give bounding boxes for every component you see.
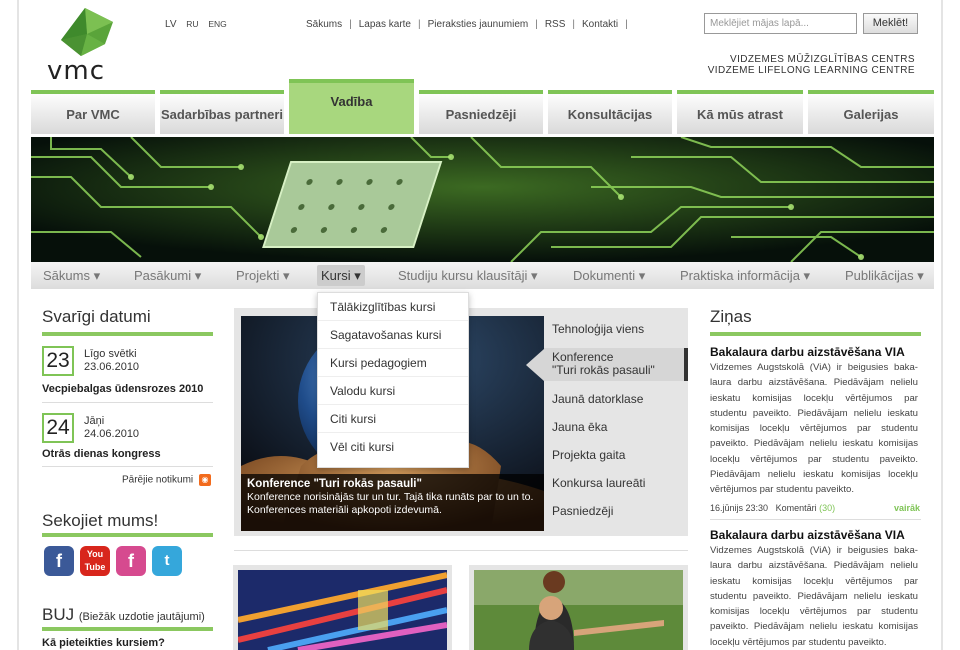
featured-caption-text: Konference norisinājās tur un tur. Tajā … (247, 491, 534, 516)
active-item-arrow (526, 349, 544, 381)
news-title: Ziņas (710, 307, 752, 326)
featured-caption: Konference "Turi rokās pasauli" Konferen… (241, 474, 544, 531)
subnav-events[interactable]: Pasākumi ▾ (134, 268, 201, 284)
featured-list-item[interactable]: Jauna ēka (552, 421, 607, 434)
important-dates-title: Svarīgi datumi (42, 307, 151, 326)
featured-caption-title: Konference "Turi rokās pasauli" (247, 478, 422, 490)
language-switcher: LV RU ENG (165, 19, 234, 30)
event-headline[interactable]: Otrās dienas kongress (42, 448, 161, 460)
faq-title: BUJ (Biežāk uzdotie jautājumi) (42, 605, 205, 624)
follow-us-title: Sekojiet mums! (42, 511, 159, 530)
featured-list-item[interactable]: Tehnoloģija viens (552, 323, 644, 336)
tab-find-us[interactable]: Kā mūs atrast (677, 90, 803, 134)
event-headline[interactable]: Vecpiebalgas ūdensrozes 2010 (42, 383, 203, 395)
event-name: Jāņi 24.06.2010 (84, 415, 140, 440)
divider (42, 402, 213, 403)
news-item-text: Vidzemes Augstskolā (ViA) ir beigusies b… (710, 362, 918, 496)
thumbnail-image-tech[interactable] (238, 570, 447, 650)
link-sitemap[interactable]: Lapas karte (359, 19, 411, 30)
divider (710, 519, 921, 520)
other-events-link[interactable]: Pārējie notikumi ◉ (122, 474, 211, 486)
subnav-documents[interactable]: Dokumenti ▾ (573, 268, 645, 284)
featured-list-item[interactable]: Konkursa laureāti (552, 477, 645, 490)
divider (234, 550, 688, 551)
thumbnail-image-people[interactable] (474, 570, 683, 650)
link-contacts[interactable]: Kontakti (582, 19, 618, 30)
dropdown-item-more-other[interactable]: Vēl citi kursi (318, 433, 468, 461)
page: vmc LV RU ENG Sākums | Lapas karte | Pieraks… (0, 0, 960, 650)
dropdown-item-teachers[interactable]: Kursi pedagogiem (318, 349, 468, 377)
news-item-date: 16.jūnijs 23:30 (710, 503, 769, 513)
lang-ru[interactable]: RU (186, 19, 198, 29)
centre-name: VIDZEMES MŪŽIZGLĪTĪBAS CENTRS VIDZEME LI… (708, 54, 915, 76)
page-border-right (941, 0, 943, 650)
event-day-box: 24 (42, 413, 74, 443)
search-input[interactable]: Meklējiet mājas lapā... (704, 13, 857, 34)
lang-eng[interactable]: ENG (208, 19, 226, 29)
divider (42, 466, 213, 467)
news-item-title[interactable]: Bakalaura darbu aizstāvēšana VIA (710, 528, 905, 542)
facebook-icon[interactable]: f (44, 546, 74, 576)
dropdown-item-preparatory[interactable]: Sagatavošanas kursi (318, 321, 468, 349)
news-underline (710, 332, 921, 336)
tab-teachers[interactable]: Pasniedzēji (419, 90, 543, 134)
faq-underline (42, 627, 213, 631)
subnav-home[interactable]: Sākums ▾ (43, 268, 100, 284)
subnav-practical-info[interactable]: Praktiska informācija ▾ (680, 268, 810, 284)
dropdown-item-further-education[interactable]: Tālākizglītības kursi (318, 293, 468, 321)
link-rss[interactable]: RSS (545, 19, 566, 30)
main-tabs: Par VMC Sadarbības partneri Vadība Pasni… (31, 79, 935, 134)
event-day-box: 23 (42, 346, 74, 376)
important-dates-underline (42, 332, 213, 336)
thumbnail-frame (469, 565, 688, 650)
banner-circuit-image (31, 137, 934, 262)
subnav-courses[interactable]: Kursi ▾ (317, 265, 365, 286)
tab-galleries[interactable]: Galerijas (808, 90, 934, 134)
rss-icon[interactable]: ◉ (198, 474, 211, 486)
centre-name-en: VIDZEME LIFELONG LEARNING CENTRE (707, 65, 915, 76)
featured-list-item[interactable]: Pasniedzēji (552, 505, 613, 518)
lang-lv[interactable]: LV (165, 19, 177, 30)
subnav-projects[interactable]: Projekti ▾ (236, 268, 290, 284)
page-border-left (17, 0, 19, 650)
news-comments-link[interactable]: Komentāri (776, 503, 817, 513)
follow-us-underline (42, 533, 213, 537)
news-item-meta: 16.jūnijs 23:30 Komentāri (30) vairāk (710, 503, 920, 513)
link-subscribe[interactable]: Pieraksties jaunumiem (428, 19, 529, 30)
thumbnail-frame (233, 565, 452, 650)
centre-name-lv: VIDZEMES MŪŽIZGLĪTĪBAS CENTRS (730, 54, 915, 65)
faq-question[interactable]: Kā pieteikties kursiem? (42, 637, 165, 649)
tab-management[interactable]: Vadība (289, 79, 414, 134)
tab-partners[interactable]: Sadarbības partneri (160, 90, 284, 134)
tab-consultations[interactable]: Konsultācijas (548, 90, 672, 134)
event-name: Līgo svētki 23.06.2010 (84, 348, 140, 373)
featured-list-item[interactable]: Projekta gaita (552, 449, 625, 462)
courses-dropdown: Tālākizglītības kursi Sagatavošanas kurs… (317, 292, 469, 468)
news-comments-count[interactable]: (30) (819, 503, 835, 513)
top-links: Sākums | Lapas karte | Pieraksties jaunumiem… (306, 19, 628, 30)
featured-list-item[interactable]: Jaunā datorklase (552, 393, 643, 406)
twitter-icon[interactable]: t (152, 546, 182, 576)
news-more-link[interactable]: vairāk (894, 503, 920, 513)
link-home[interactable]: Sākums (306, 19, 342, 30)
dropdown-item-other[interactable]: Citi kursi (318, 405, 468, 433)
subnav-course-listeners[interactable]: Studiju kursu klausītāji ▾ (398, 268, 537, 284)
search-button[interactable]: Meklēt! (863, 13, 918, 34)
subnav-publications[interactable]: Publikācijas ▾ (845, 268, 924, 284)
youtube-icon[interactable]: You Tube (80, 546, 110, 576)
tab-about[interactable]: Par VMC (31, 90, 155, 134)
facebook-pink-icon[interactable]: f (116, 546, 146, 576)
news-item-text: Vidzemes Augstskolā (ViA) ir beigusies b… (710, 545, 918, 648)
featured-list-item-active[interactable]: Konference "Turi rokās pasauli" (552, 351, 655, 377)
news-item-title[interactable]: Bakalaura darbu aizstāvēšana VIA (710, 345, 905, 359)
dropdown-item-languages[interactable]: Valodu kursi (318, 377, 468, 405)
sub-nav: Sākums ▾ Pasākumi ▾ Projekti ▾ Kursi ▾ S… (31, 262, 934, 289)
